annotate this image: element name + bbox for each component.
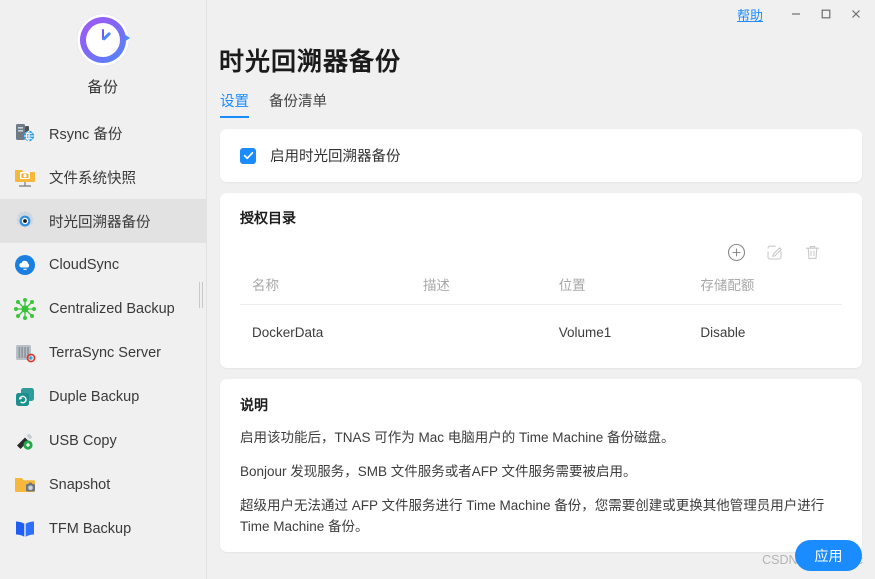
description-heading: 说明 (240, 395, 842, 415)
description-line: 超级用户无法通过 AFP 文件服务进行 Time Machine 备份，您需要创… (240, 496, 842, 538)
directory-actions-toolbar (240, 242, 842, 262)
close-icon[interactable] (841, 1, 871, 27)
enable-backup-checkbox[interactable] (240, 148, 256, 164)
description-line: 启用该功能后，TNAS 可作为 Mac 电脑用户的 Time Machine 备… (240, 428, 842, 449)
sidebar: 备份 Rsync 备份 (0, 0, 207, 579)
sidebar-brand: 备份 (0, 0, 206, 97)
tab-backup-list[interactable]: 备份清单 (269, 90, 327, 118)
folder-camera-icon (12, 164, 38, 190)
cell-desc (423, 305, 559, 349)
table-row[interactable]: DockerData Volume1 Disable (240, 305, 842, 349)
maximize-icon[interactable] (811, 1, 841, 27)
authorized-directories-heading: 授权目录 (240, 208, 842, 228)
trash-icon[interactable] (802, 242, 822, 262)
sidebar-item-label: 时光回溯器备份 (49, 211, 151, 232)
folder-snapshot-icon (12, 472, 38, 498)
rsync-server-globe-icon (12, 120, 38, 146)
description-card: 说明 启用该功能后，TNAS 可作为 Mac 电脑用户的 Time Machin… (220, 379, 862, 552)
sidebar-item-time-machine-backup[interactable]: 时光回溯器备份 (0, 199, 206, 243)
authorized-directories-table: 名称 描述 位置 存储配额 DockerData Volume1 Disable (240, 270, 842, 348)
table-header-row: 名称 描述 位置 存储配额 (240, 270, 842, 305)
authorized-directories-card: 授权目录 (220, 193, 862, 368)
description-line: Bonjour 发现服务，SMB 文件服务或者AFP 文件服务需要被启用。 (240, 462, 842, 483)
cloud-sync-icon (12, 252, 38, 278)
sidebar-item-usb-copy[interactable]: USB Copy (0, 419, 206, 463)
time-machine-clock-icon (77, 14, 129, 66)
sidebar-brand-title: 备份 (87, 76, 118, 97)
page-title: 时光回溯器备份 (207, 28, 875, 78)
sidebar-item-label: USB Copy (49, 433, 117, 449)
column-header-location: 位置 (559, 270, 701, 305)
sidebar-nav: Rsync 备份 文件系统快照 (0, 111, 206, 551)
main-panel: 帮助 时光回溯器备份 设置 备份清单 启用时光回溯器备份 (207, 0, 875, 579)
sidebar-item-snapshot[interactable]: Snapshot (0, 463, 206, 507)
sidebar-item-label: 文件系统快照 (49, 167, 136, 188)
column-header-desc: 描述 (423, 270, 559, 305)
sidebar-item-tfm-backup[interactable]: TFM Backup (0, 507, 206, 551)
tab-bar: 设置 备份清单 (207, 90, 875, 118)
sidebar-item-cloudsync[interactable]: CloudSync (0, 243, 206, 287)
sidebar-item-rsync-backup[interactable]: Rsync 备份 (0, 111, 206, 155)
tab-settings[interactable]: 设置 (220, 90, 249, 118)
window-titlebar: 帮助 (207, 0, 875, 28)
usb-drive-icon (12, 428, 38, 454)
cell-quota: Disable (700, 305, 842, 349)
minimize-icon[interactable] (781, 1, 811, 27)
duplicate-refresh-icon (12, 384, 38, 410)
settings-content: 启用时光回溯器备份 授权目录 (207, 118, 875, 552)
apply-button[interactable]: 应用 (795, 540, 862, 571)
sidebar-item-duple-backup[interactable]: Duple Backup (0, 375, 206, 419)
plus-circle-icon[interactable] (726, 242, 746, 262)
enable-backup-card: 启用时光回溯器备份 (220, 129, 862, 182)
sidebar-item-centralized-backup[interactable]: Centralized Backup (0, 287, 206, 331)
help-link[interactable]: 帮助 (737, 5, 763, 24)
column-header-name: 名称 (240, 270, 423, 305)
network-hub-icon (12, 296, 38, 322)
sidebar-resize-handle[interactable] (199, 282, 203, 308)
cell-name: DockerData (240, 305, 423, 349)
sidebar-item-label: CloudSync (49, 257, 119, 273)
sidebar-item-label: TFM Backup (49, 521, 131, 537)
cell-location: Volume1 (559, 305, 701, 349)
sidebar-item-label: Centralized Backup (49, 301, 175, 317)
sidebar-item-file-system-snapshot[interactable]: 文件系统快照 (0, 155, 206, 199)
server-rack-icon (12, 340, 38, 366)
pencil-square-icon[interactable] (764, 242, 784, 262)
sidebar-item-terrasync-server[interactable]: TerraSync Server (0, 331, 206, 375)
enable-backup-label: 启用时光回溯器备份 (270, 145, 401, 166)
open-book-icon (12, 516, 38, 542)
sidebar-item-label: TerraSync Server (49, 345, 161, 361)
application-window: 备份 Rsync 备份 (0, 0, 875, 579)
sidebar-item-label: Rsync 备份 (49, 123, 122, 144)
column-header-quota: 存储配额 (700, 270, 842, 305)
gear-eye-icon (12, 208, 38, 234)
sidebar-item-label: Duple Backup (49, 389, 139, 405)
sidebar-item-label: Snapshot (49, 477, 110, 493)
